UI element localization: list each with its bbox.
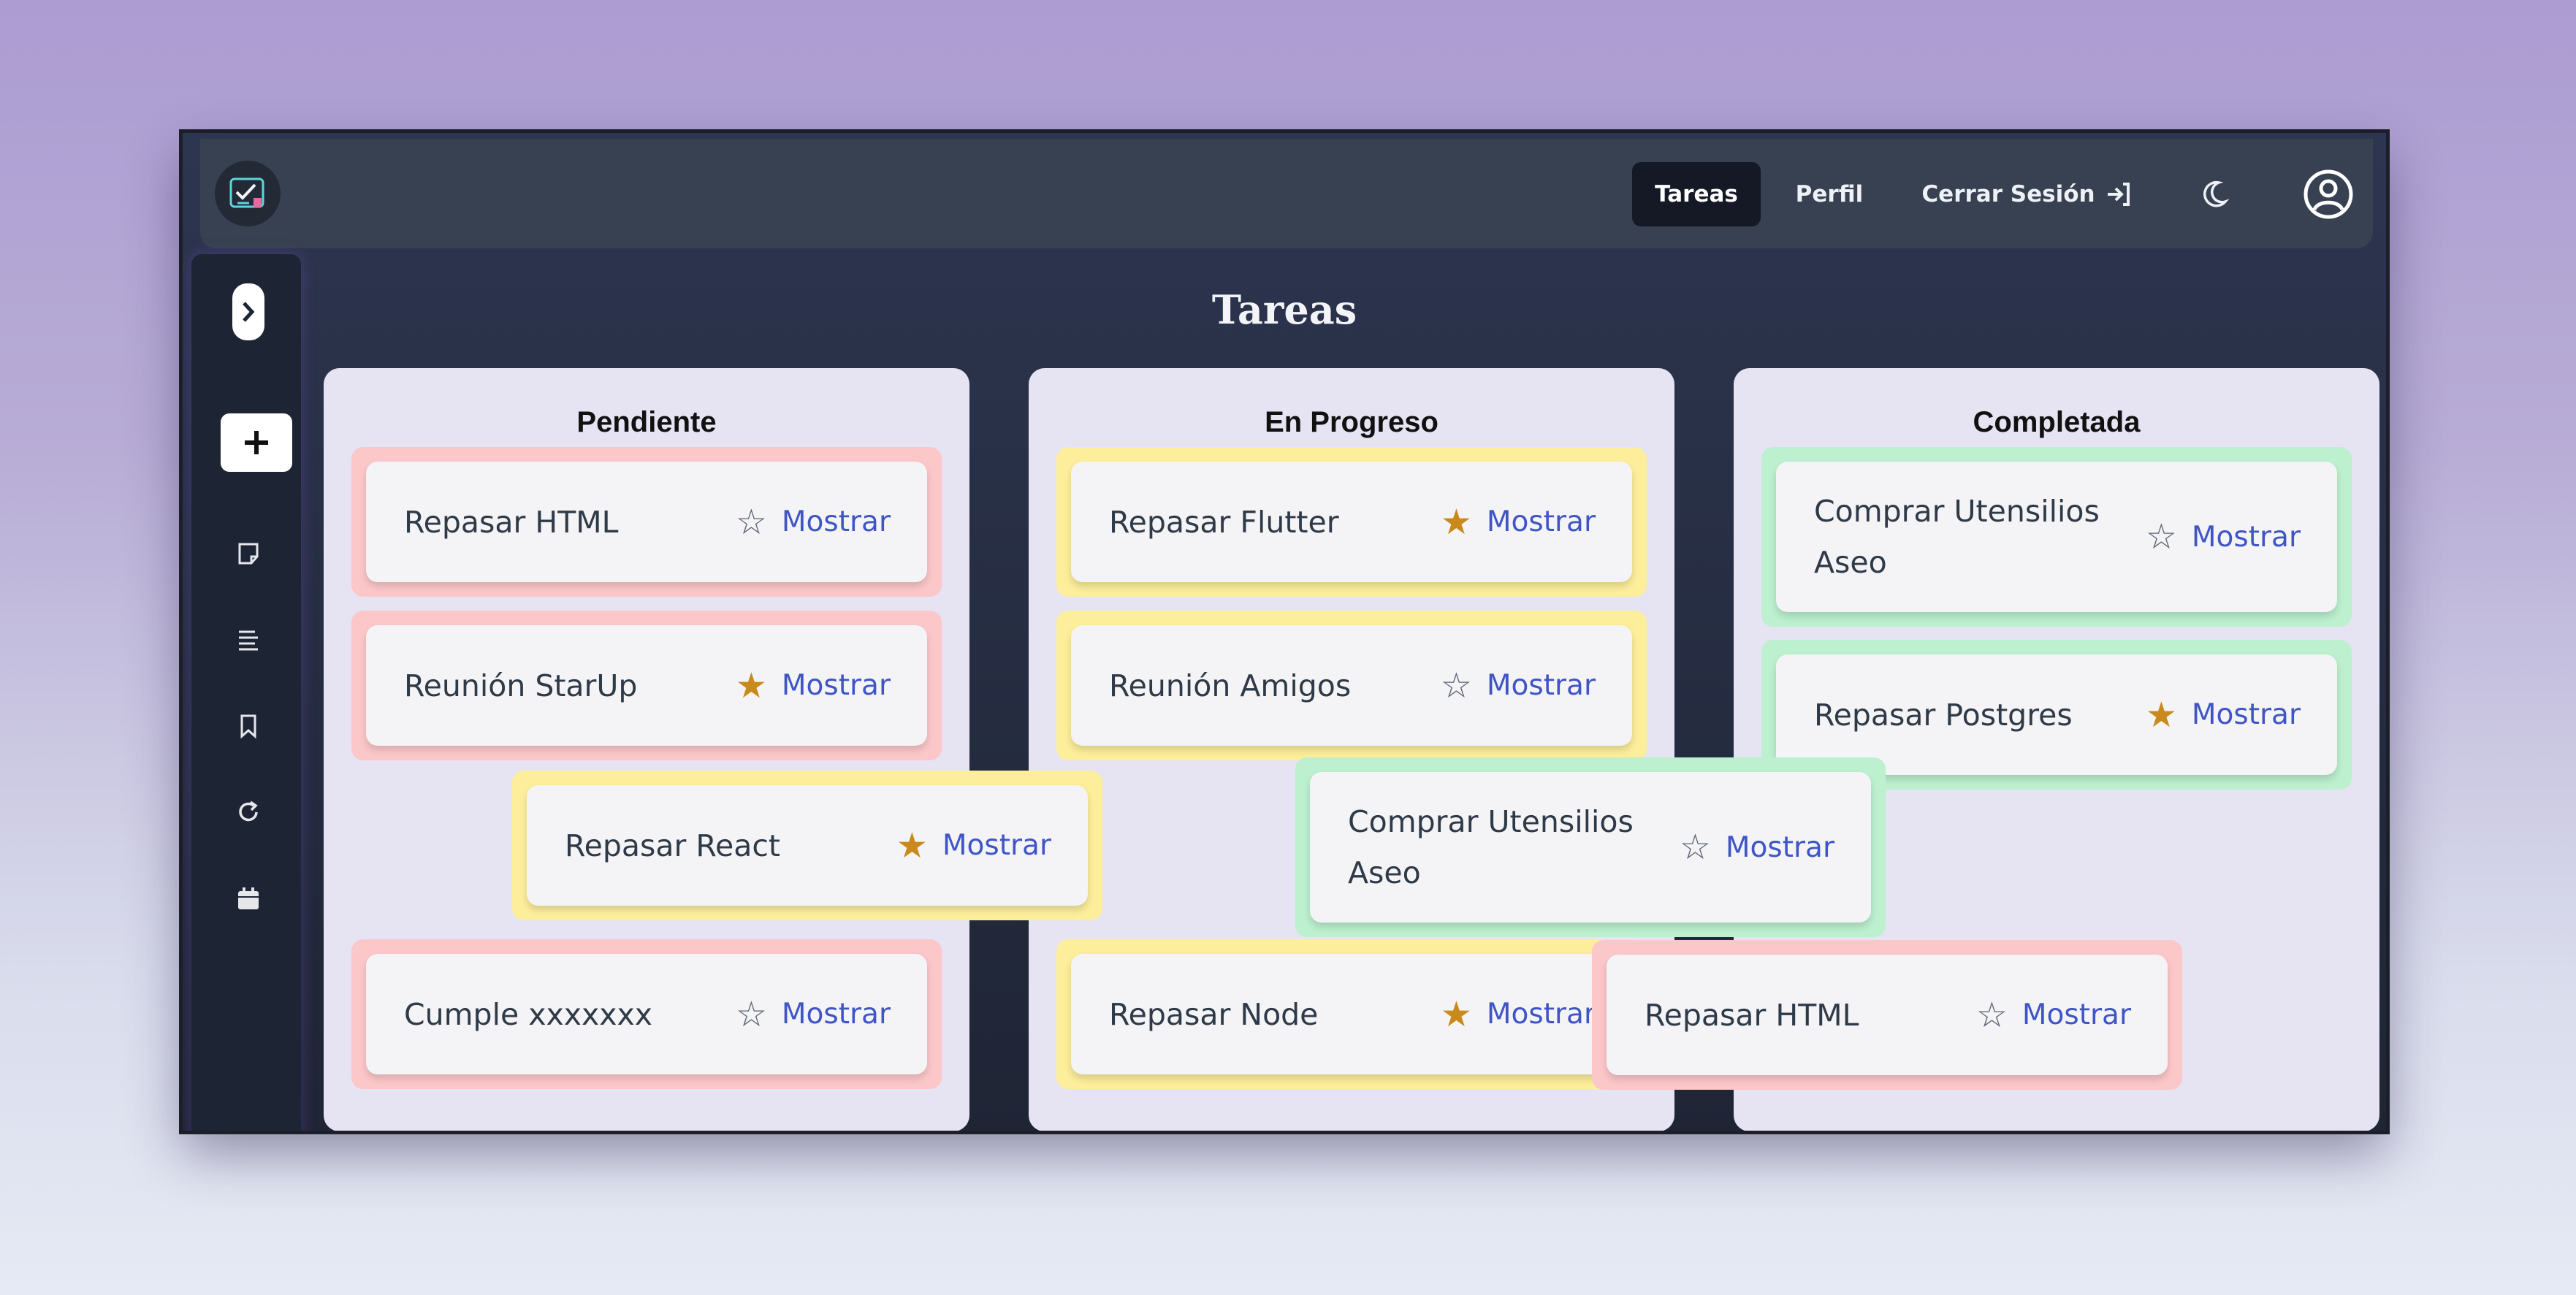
task-card-body: Reunión StarUp ★ Mostrar bbox=[366, 625, 927, 746]
star-empty-icon[interactable]: ☆ bbox=[736, 997, 767, 1032]
sidebar-item-notes[interactable] bbox=[234, 539, 263, 568]
mostrar-link[interactable]: Mostrar bbox=[1726, 831, 1834, 864]
nav-perfil[interactable]: Perfil bbox=[1778, 162, 1880, 226]
task-name: Repasar Node bbox=[1109, 996, 1319, 1032]
task-actions: ☆ Mostrar bbox=[736, 505, 891, 540]
plus-icon bbox=[245, 431, 268, 454]
star-filled-icon[interactable]: ★ bbox=[2146, 698, 2177, 733]
task-actions: ★ Mostrar bbox=[2146, 698, 2301, 733]
task-actions: ☆ Mostrar bbox=[736, 997, 891, 1032]
list-icon bbox=[239, 630, 258, 651]
dark-mode-toggle[interactable] bbox=[2195, 174, 2236, 215]
star-empty-icon[interactable]: ☆ bbox=[1441, 668, 1472, 703]
column-title: En Progreso bbox=[1265, 406, 1438, 438]
task-name: Cumple xxxxxxx bbox=[404, 996, 653, 1032]
bookmark-icon bbox=[240, 714, 256, 739]
mostrar-link[interactable]: Mostrar bbox=[1487, 669, 1596, 702]
page-title: Tareas bbox=[1211, 286, 1357, 333]
task-name: Repasar Postgres bbox=[1814, 697, 2073, 733]
mostrar-link[interactable]: Mostrar bbox=[1487, 998, 1596, 1031]
task-actions: ★ Mostrar bbox=[736, 668, 891, 703]
task-actions: ★ Mostrar bbox=[1441, 505, 1596, 540]
sidebar-item-calendar[interactable] bbox=[234, 884, 263, 913]
task-actions: ☆ Mostrar bbox=[1441, 668, 1596, 703]
mostrar-link[interactable]: Mostrar bbox=[2192, 521, 2301, 554]
task-name: Comprar Utensilios Aseo bbox=[1348, 804, 1634, 890]
mostrar-link[interactable]: Mostrar bbox=[1487, 505, 1596, 538]
star-empty-icon[interactable]: ☆ bbox=[1680, 830, 1711, 865]
note-icon bbox=[238, 543, 259, 565]
task-card-body: Repasar HTML ☆ Mostrar bbox=[1607, 955, 2168, 1075]
column-en-progreso: En Progreso Repasar Flutter ★ Mostrar Re… bbox=[1029, 368, 1674, 1131]
mostrar-link[interactable]: Mostrar bbox=[2022, 998, 2131, 1031]
task-card[interactable]: Cumple xxxxxxx ☆ Mostrar bbox=[351, 939, 942, 1089]
task-card[interactable]: Reunión Amigos ☆ Mostrar bbox=[1056, 611, 1647, 760]
sidebar-item-bookmarks[interactable] bbox=[234, 711, 263, 741]
task-card-body: Comprar Utensilios Aseo ☆ Mostrar bbox=[1776, 462, 2337, 612]
mostrar-link[interactable]: Mostrar bbox=[782, 998, 891, 1031]
nav-perfil-label: Perfil bbox=[1795, 181, 1864, 207]
app-window: Tareas Perfil Cerrar Sesión Tareas Pendi… bbox=[183, 133, 2386, 1131]
moon-icon bbox=[2203, 180, 2229, 207]
task-name: Repasar HTML bbox=[404, 504, 619, 540]
star-filled-icon[interactable]: ★ bbox=[736, 668, 767, 703]
sidebar-item-refresh[interactable] bbox=[234, 798, 263, 827]
task-card[interactable]: Repasar Flutter ★ Mostrar bbox=[1056, 447, 1647, 597]
app-logo[interactable] bbox=[215, 161, 281, 226]
nav-tareas-label: Tareas bbox=[1655, 181, 1738, 207]
star-filled-icon[interactable]: ★ bbox=[896, 828, 928, 863]
task-actions: ☆ Mostrar bbox=[2146, 519, 2301, 554]
task-card-body: Reunión Amigos ☆ Mostrar bbox=[1071, 625, 1632, 746]
sidebar bbox=[191, 254, 301, 1131]
task-name: Repasar HTML bbox=[1645, 997, 1859, 1033]
task-card[interactable]: Repasar HTML ☆ Mostrar bbox=[351, 447, 942, 597]
column-pendiente: Pendiente Repasar HTML ☆ Mostrar Reunión… bbox=[324, 368, 969, 1131]
task-card-body: Comprar Utensilios Aseo ☆ Mostrar bbox=[1310, 772, 1871, 922]
refresh-icon bbox=[239, 801, 258, 822]
mostrar-link[interactable]: Mostrar bbox=[782, 669, 891, 702]
task-name: Comprar Utensilios Aseo bbox=[1814, 494, 2100, 580]
star-filled-icon[interactable]: ★ bbox=[1441, 997, 1472, 1032]
task-actions: ★ Mostrar bbox=[1441, 997, 1596, 1032]
nav-tareas[interactable]: Tareas bbox=[1632, 162, 1761, 226]
task-name: Reunión StarUp bbox=[404, 668, 638, 703]
dragging-task-card[interactable]: Repasar HTML ☆ Mostrar bbox=[1592, 940, 2182, 1090]
mostrar-link[interactable]: Mostrar bbox=[942, 829, 1051, 862]
star-empty-icon[interactable]: ☆ bbox=[2146, 519, 2177, 554]
top-navbar: Tareas Perfil Cerrar Sesión bbox=[200, 139, 2373, 248]
task-actions: ☆ Mostrar bbox=[1680, 830, 1834, 865]
star-filled-icon[interactable]: ★ bbox=[1441, 505, 1472, 540]
task-card[interactable]: Comprar Utensilios Aseo ☆ Mostrar bbox=[1761, 447, 2352, 627]
star-empty-icon[interactable]: ☆ bbox=[1976, 998, 2008, 1033]
star-empty-icon[interactable]: ☆ bbox=[736, 505, 767, 540]
add-task-button[interactable] bbox=[221, 413, 292, 472]
task-card[interactable]: Reunión StarUp ★ Mostrar bbox=[351, 611, 942, 760]
checklist-logo-icon bbox=[229, 177, 264, 208]
task-actions: ☆ Mostrar bbox=[1976, 998, 2131, 1033]
task-card-body: Repasar HTML ☆ Mostrar bbox=[366, 462, 927, 582]
nav-cerrar-sesion[interactable]: Cerrar Sesión bbox=[1910, 162, 2144, 226]
task-actions: ★ Mostrar bbox=[896, 828, 1051, 863]
sidebar-item-list[interactable] bbox=[234, 625, 263, 654]
task-name: Repasar Flutter bbox=[1109, 504, 1339, 540]
task-card-body: Repasar Flutter ★ Mostrar bbox=[1071, 462, 1632, 582]
task-card-body: Repasar Node ★ Mostrar bbox=[1071, 954, 1632, 1074]
user-circle-icon bbox=[2303, 169, 2353, 219]
calendar-icon bbox=[238, 887, 259, 909]
task-card-body: Cumple xxxxxxx ☆ Mostrar bbox=[366, 954, 927, 1074]
dragging-task-card[interactable]: Comprar Utensilios Aseo ☆ Mostrar bbox=[1295, 757, 1886, 937]
dragging-task-card[interactable]: Repasar React ★ Mostrar bbox=[512, 771, 1102, 920]
mostrar-link[interactable]: Mostrar bbox=[782, 505, 891, 538]
task-card-body: Repasar React ★ Mostrar bbox=[527, 785, 1088, 906]
sign-in-icon bbox=[2106, 182, 2132, 207]
nav-cerrar-sesion-label: Cerrar Sesión bbox=[1921, 181, 2095, 207]
column-title: Completada bbox=[1973, 406, 2141, 438]
task-name: Reunión Amigos bbox=[1109, 668, 1352, 703]
user-profile-button[interactable] bbox=[2299, 165, 2358, 224]
task-card[interactable]: Repasar Node ★ Mostrar bbox=[1056, 939, 1647, 1089]
task-name: Repasar React bbox=[565, 828, 781, 863]
column-title: Pendiente bbox=[576, 406, 717, 438]
mostrar-link[interactable]: Mostrar bbox=[2192, 698, 2301, 731]
